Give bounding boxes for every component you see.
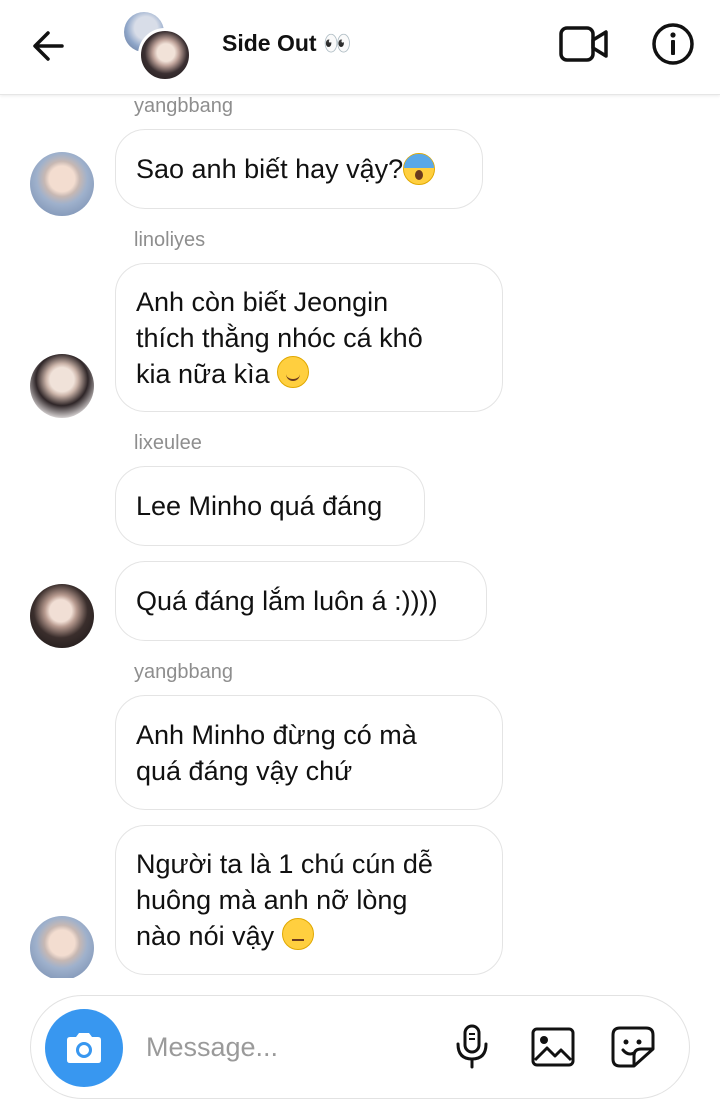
message-input[interactable] (146, 1027, 426, 1067)
sticker-icon (611, 1026, 655, 1068)
message-text: Lee Minho quá đáng (136, 491, 383, 521)
sticker-button[interactable] (610, 1025, 656, 1069)
microphone-icon (456, 1024, 488, 1069)
camera-icon (67, 1033, 101, 1063)
message-composer (30, 995, 690, 1099)
message-bubble[interactable]: Sao anh biết hay vậy? (115, 129, 483, 209)
message-list[interactable]: yangbbang Sao anh biết hay vậy? linoliye… (0, 94, 720, 978)
message-bubble[interactable]: Người ta là 1 chú cún dễ huông mà anh nỡ… (115, 825, 503, 975)
back-button[interactable] (28, 24, 72, 68)
chat-header: Side Out 👀 (0, 0, 720, 95)
video-camera-icon (559, 26, 608, 62)
message-text: Anh Minho đừng có mà quá đáng vậy chứ (136, 719, 417, 786)
message-text: Người ta là 1 chú cún dễ huông mà anh nỡ… (136, 849, 433, 951)
sender-name: lixeulee (134, 432, 202, 454)
sender-name: linoliyes (134, 229, 206, 251)
unamused-face-icon (281, 918, 314, 950)
message-bubble[interactable]: Anh Minho đừng có mà quá đáng vậy chứ (115, 695, 503, 810)
sender-name: yangbbang (134, 661, 233, 683)
voice-message-button[interactable] (452, 1024, 492, 1070)
image-icon (531, 1027, 575, 1067)
message-bubble[interactable]: Anh còn biết Jeongin thích thằng nhóc cá… (115, 263, 503, 412)
relieved-face-icon (277, 355, 310, 388)
message-text: Anh còn biết Jeongin thích thằng nhóc cá… (136, 286, 423, 389)
avatar[interactable] (30, 916, 94, 978)
gallery-button[interactable] (530, 1026, 576, 1068)
message-text: Sao anh biết hay vậy? (136, 154, 404, 184)
arrow-left-icon (33, 31, 64, 61)
group-avatar-member-2 (138, 28, 192, 82)
chat-title[interactable]: Side Out 👀 (222, 30, 352, 57)
face-screaming-in-fear-icon (403, 153, 436, 185)
sender-name: yangbbang (134, 95, 233, 117)
info-icon (652, 23, 694, 65)
message-bubble[interactable]: Lee Minho quá đáng (115, 466, 425, 546)
message-text: Quá đáng lắm luôn á :)))) (136, 586, 438, 616)
avatar[interactable] (30, 152, 94, 216)
video-call-button[interactable] (558, 24, 610, 64)
avatar[interactable] (30, 354, 94, 418)
group-avatar[interactable] (124, 12, 194, 82)
camera-button[interactable] (45, 1009, 123, 1087)
avatar[interactable] (30, 584, 94, 648)
message-bubble[interactable]: Quá đáng lắm luôn á :)))) (115, 561, 487, 641)
info-button[interactable] (651, 22, 695, 66)
